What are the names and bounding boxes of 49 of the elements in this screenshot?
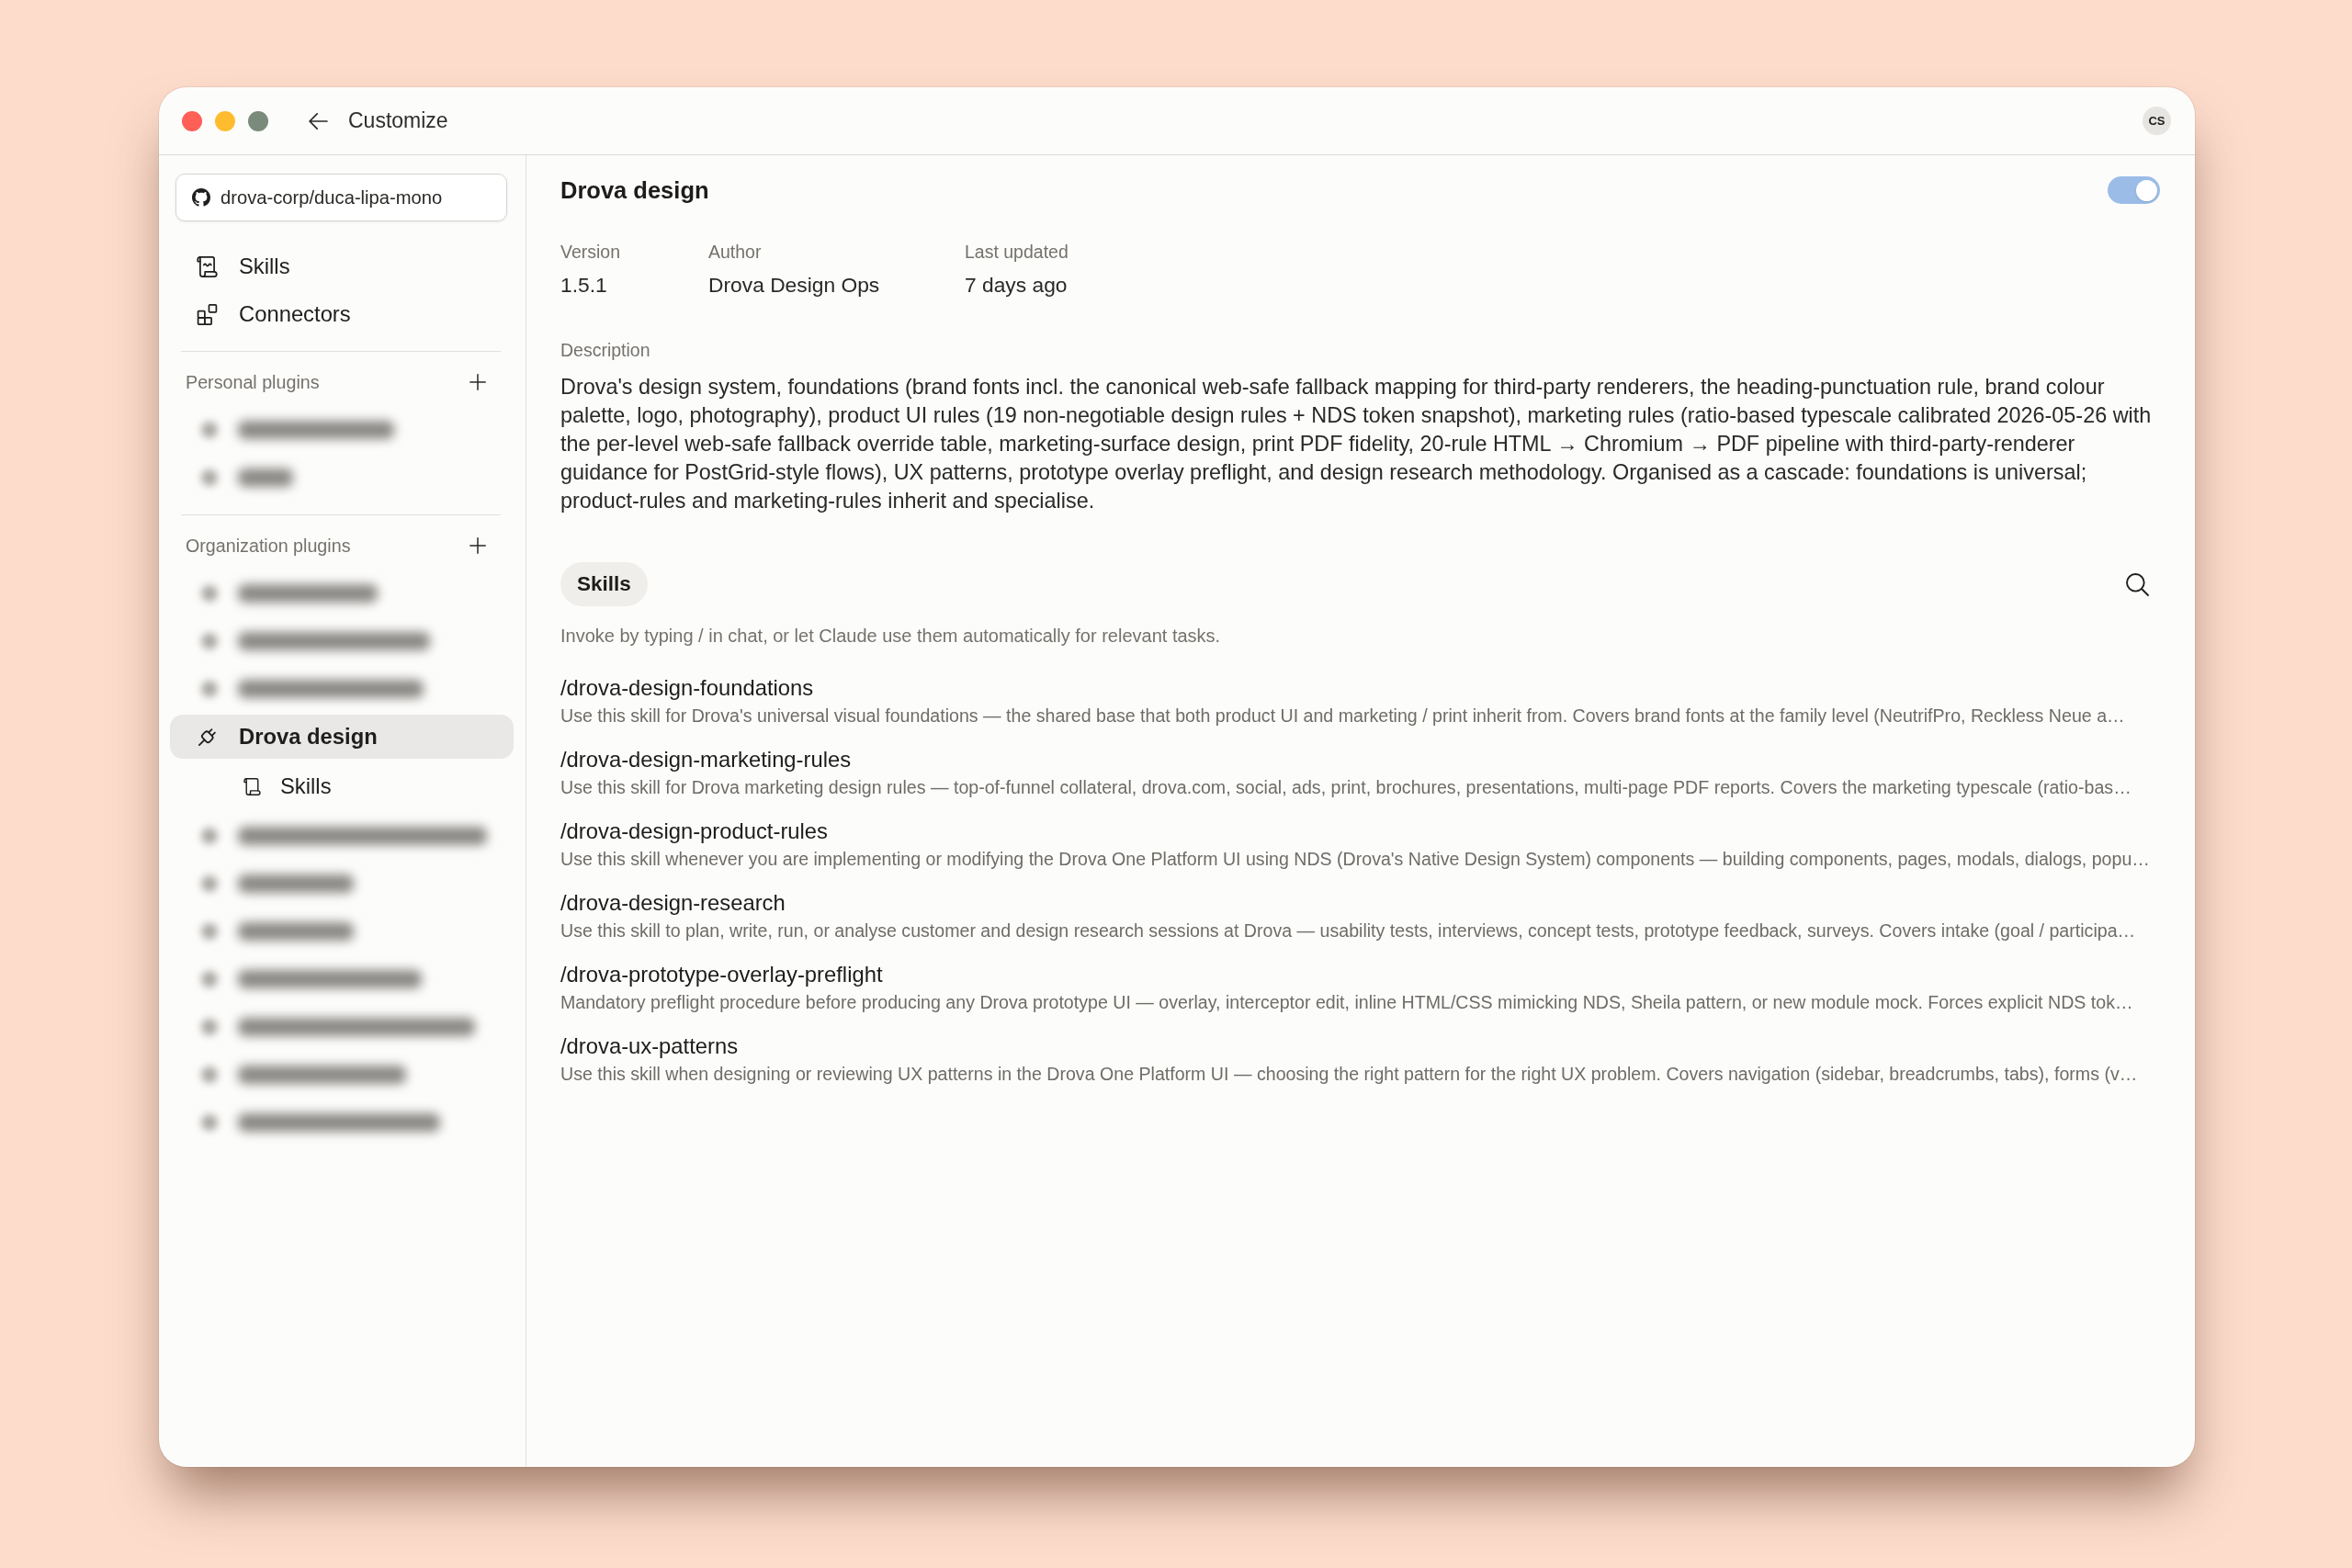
back-button[interactable]	[309, 112, 328, 130]
repository-button[interactable]: drova-corp/duca-lipa-mono	[175, 174, 507, 221]
user-avatar[interactable]: CS	[2143, 107, 2171, 135]
window-title: Customize	[348, 108, 448, 133]
meta-label: Version	[560, 242, 621, 262]
meta-value: 7 days ago	[965, 273, 1068, 297]
skill-name[interactable]: /drova-prototype-overlay-preflight	[560, 962, 883, 987]
tab[interactable]: Skills	[560, 562, 648, 606]
hint-text: Invoke by typing / in chat, or let Claude use them automatically for relevant tasks.	[560, 626, 1222, 646]
meta-value: Drova Design Ops	[708, 273, 880, 297]
skill-name[interactable]: /drova-design-foundations	[560, 675, 814, 701]
skill-name[interactable]: /drova-ux-patterns	[560, 1033, 739, 1059]
plus-icon	[469, 374, 486, 390]
skill-description: Mandatory preflight procedure before producing any Drova prototype UI — overlay, interceptor edit, inline HTML/CSS mimicking NDS, Sheila pattern, or new module mock. Forces explicit NDS tok…	[560, 991, 2133, 1014]
blocks-icon	[197, 303, 218, 325]
search-icon	[2126, 572, 2149, 596]
left-arrow-icon	[309, 112, 328, 130]
meta-label: Author	[708, 242, 762, 262]
skill-description: Use this skill to plan, write, run, or analyse customer and design research sessions at Drova — usability tests, interviews, concept tests, prototype feedback, surveys. Covers intake (goal / participa…	[560, 919, 2136, 942]
skill-name[interactable]: /drova-design-product-rules	[560, 818, 828, 844]
meta-label: Last updated	[965, 242, 1069, 262]
toggle-switch[interactable]	[2108, 176, 2160, 204]
plus-icon	[469, 537, 486, 554]
scroll-icon	[197, 255, 218, 277]
github-icon	[192, 188, 210, 207]
add-plugin-button[interactable]	[469, 537, 486, 554]
skill-description: Use this skill whenever you are implementing or modifying the Drova One Platform UI using NDS (Drova's Native Design System) components — building components, pages, modals, dialogs, popu…	[560, 848, 2150, 871]
minimize-button[interactable]	[215, 110, 235, 131]
close-button[interactable]	[182, 110, 202, 131]
plugin-title: Drova design	[560, 176, 709, 204]
skill-name[interactable]: /drova-design-research	[560, 890, 786, 916]
sidebar-subitem[interactable]: Skills	[170, 761, 514, 812]
scroll-icon	[243, 777, 261, 795]
skill-description: Use this skill for Drova marketing design rules — top-of-funnel collateral, drova.com, social, ads, print, brochures, presentations, multi-page PDF reports. Covers the marketing typescale (ratio-bas…	[560, 776, 2132, 799]
zoom-button[interactable]	[248, 110, 268, 131]
search-button[interactable]	[2126, 572, 2149, 596]
sidebar-plugin-item[interactable]: Drova design	[170, 715, 514, 759]
skill-description: Use this skill when designing or reviewing UX patterns in the Drova One Platform UI — choosing the right pattern for the right UX problem. Covers navigation (sidebar, breadcrumbs, tabs), forms (v…	[560, 1063, 2138, 1086]
section-heading: Organization plugins	[186, 535, 351, 557]
description-label: Description	[560, 340, 651, 360]
skill-name[interactable]: /drova-design-marketing-rules	[560, 747, 852, 773]
sidebar-nav-item[interactable]: Skills	[170, 243, 514, 290]
section-heading: Personal plugins	[186, 371, 320, 393]
skill-description: Use this skill for Drova's universal visual foundations — the shared base that both product UI and marketing / print inherit from. Covers brand fonts at the family level (NeutrifPro, Reckless Neue a…	[560, 705, 2125, 728]
description-text: Drova's design system, foundations (brand fonts incl. the canonical web-safe fallback mapping for third-party renderers, the heading-punctuation rule, brand colour palette, logo, photography), product UI rules (19 non-negotiable design rules + NDS token snapshot), marketing rules (ratio-based typescale calibrated 2026-05-26 with the per-level web-safe fallback override table, marketing-surface design, print PDF fidelity, 20-rule HTML → Chromium → PDF pipeline with third-party-renderer guidance for PostGrid-style flows), UX patterns, prototype overlay preflight, and design research methodology. Organised as a cascade: foundations is universal; product-rules and marketing-rules inherit and specialise.	[560, 374, 2153, 514]
sidebar-nav-item[interactable]: Connectors	[170, 290, 514, 338]
plug-icon	[197, 726, 218, 748]
add-plugin-button[interactable]	[469, 374, 486, 390]
meta-value: 1.5.1	[560, 273, 607, 297]
